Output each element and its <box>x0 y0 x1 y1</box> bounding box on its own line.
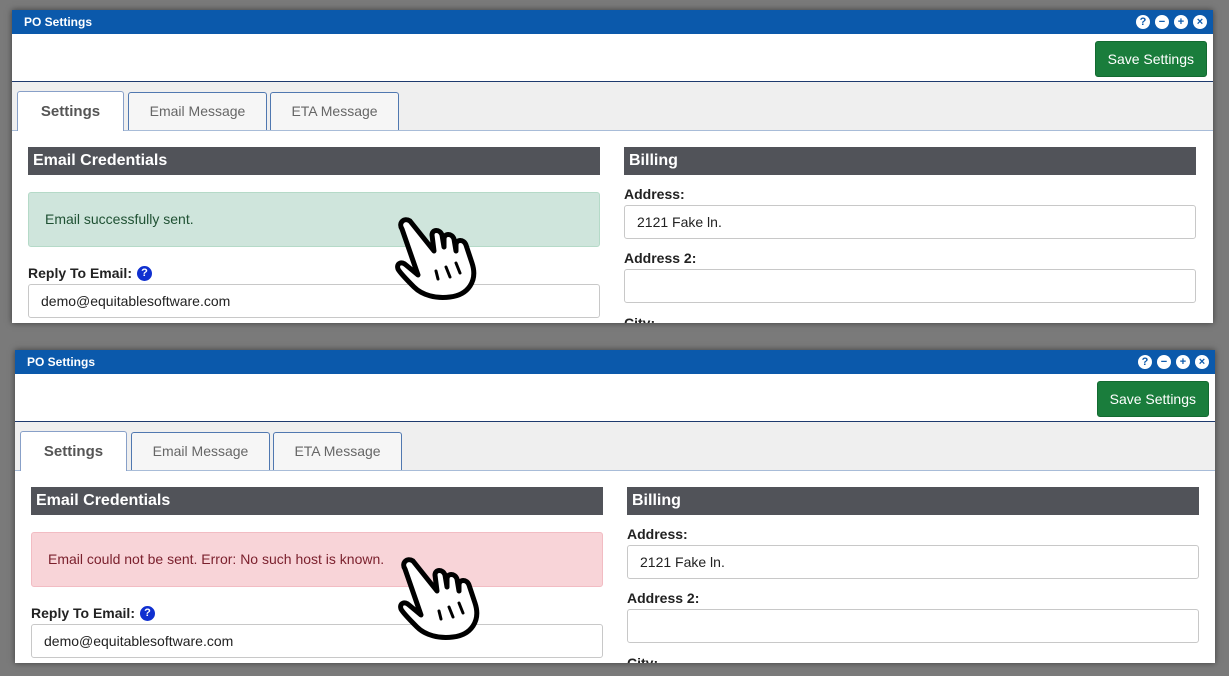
toolbar: Save Settings <box>12 34 1213 82</box>
billing-header: Billing <box>624 147 1196 175</box>
close-icon[interactable]: × <box>1195 355 1209 369</box>
reply-to-label-group: Reply To Email: ? <box>31 605 155 621</box>
minimize-icon[interactable]: − <box>1155 15 1169 29</box>
success-alert: Email successfully sent. <box>28 192 600 247</box>
pointing-hand-cursor-icon <box>395 217 477 300</box>
reply-to-label-group: Reply To Email: ? <box>28 265 152 281</box>
address2-label: Address 2: <box>624 250 697 266</box>
email-credentials-header: Email Credentials <box>28 147 600 175</box>
settings-content: Email Credentials Email successfully sen… <box>12 131 1213 323</box>
tab-strip: Settings Email Message ETA Message <box>12 82 1213 132</box>
address2-label: Address 2: <box>627 590 700 606</box>
po-settings-window-error: PO Settings ? − + × Save Settings Settin… <box>15 350 1215 663</box>
address2-field[interactable] <box>627 609 1199 643</box>
tab-email-message[interactable]: Email Message <box>128 92 267 130</box>
minimize-icon[interactable]: − <box>1157 355 1171 369</box>
pointing-hand-cursor-icon <box>398 557 480 640</box>
title-bar: PO Settings ? − + × <box>12 10 1213 34</box>
billing-header: Billing <box>627 487 1199 515</box>
window-title: PO Settings <box>27 355 96 369</box>
address2-field[interactable] <box>624 269 1196 303</box>
po-settings-window-success: PO Settings ? − + × Save Settings Settin… <box>12 10 1213 323</box>
address-field[interactable]: 2121 Fake ln. <box>627 545 1199 579</box>
maximize-icon[interactable]: + <box>1176 355 1190 369</box>
city-label: City: <box>624 315 656 323</box>
tab-eta-message[interactable]: ETA Message <box>273 432 402 470</box>
window-title: PO Settings <box>24 15 93 29</box>
title-bar: PO Settings ? − + × <box>15 350 1215 374</box>
help-icon[interactable]: ? <box>1138 355 1152 369</box>
reply-to-label: Reply To Email: <box>31 605 135 621</box>
address-field[interactable]: 2121 Fake ln. <box>624 205 1196 239</box>
window-controls: ? − + × <box>1138 355 1209 369</box>
city-label: City: <box>627 655 659 663</box>
reply-to-email-field[interactable]: demo@equitablesoftware.com <box>31 624 603 658</box>
close-icon[interactable]: × <box>1193 15 1207 29</box>
save-settings-button[interactable]: Save Settings <box>1096 381 1209 417</box>
toolbar: Save Settings <box>15 374 1215 422</box>
tab-settings[interactable]: Settings <box>17 91 124 132</box>
help-icon[interactable]: ? <box>136 265 152 281</box>
address-label: Address: <box>624 186 685 202</box>
reply-to-email-field[interactable]: demo@equitablesoftware.com <box>28 284 600 318</box>
tab-settings[interactable]: Settings <box>20 431 127 472</box>
settings-content: Email Credentials Email could not be sen… <box>15 471 1215 663</box>
reply-to-label: Reply To Email: <box>28 265 132 281</box>
tab-eta-message[interactable]: ETA Message <box>270 92 399 130</box>
tab-strip: Settings Email Message ETA Message <box>15 422 1215 472</box>
maximize-icon[interactable]: + <box>1174 15 1188 29</box>
address-label: Address: <box>627 526 688 542</box>
tab-email-message[interactable]: Email Message <box>131 432 270 470</box>
window-controls: ? − + × <box>1136 15 1207 29</box>
save-settings-button[interactable]: Save Settings <box>1094 41 1207 77</box>
email-credentials-header: Email Credentials <box>31 487 603 515</box>
help-icon[interactable]: ? <box>139 605 155 621</box>
help-icon[interactable]: ? <box>1136 15 1150 29</box>
error-alert: Email could not be sent. Error: No such … <box>31 532 603 587</box>
